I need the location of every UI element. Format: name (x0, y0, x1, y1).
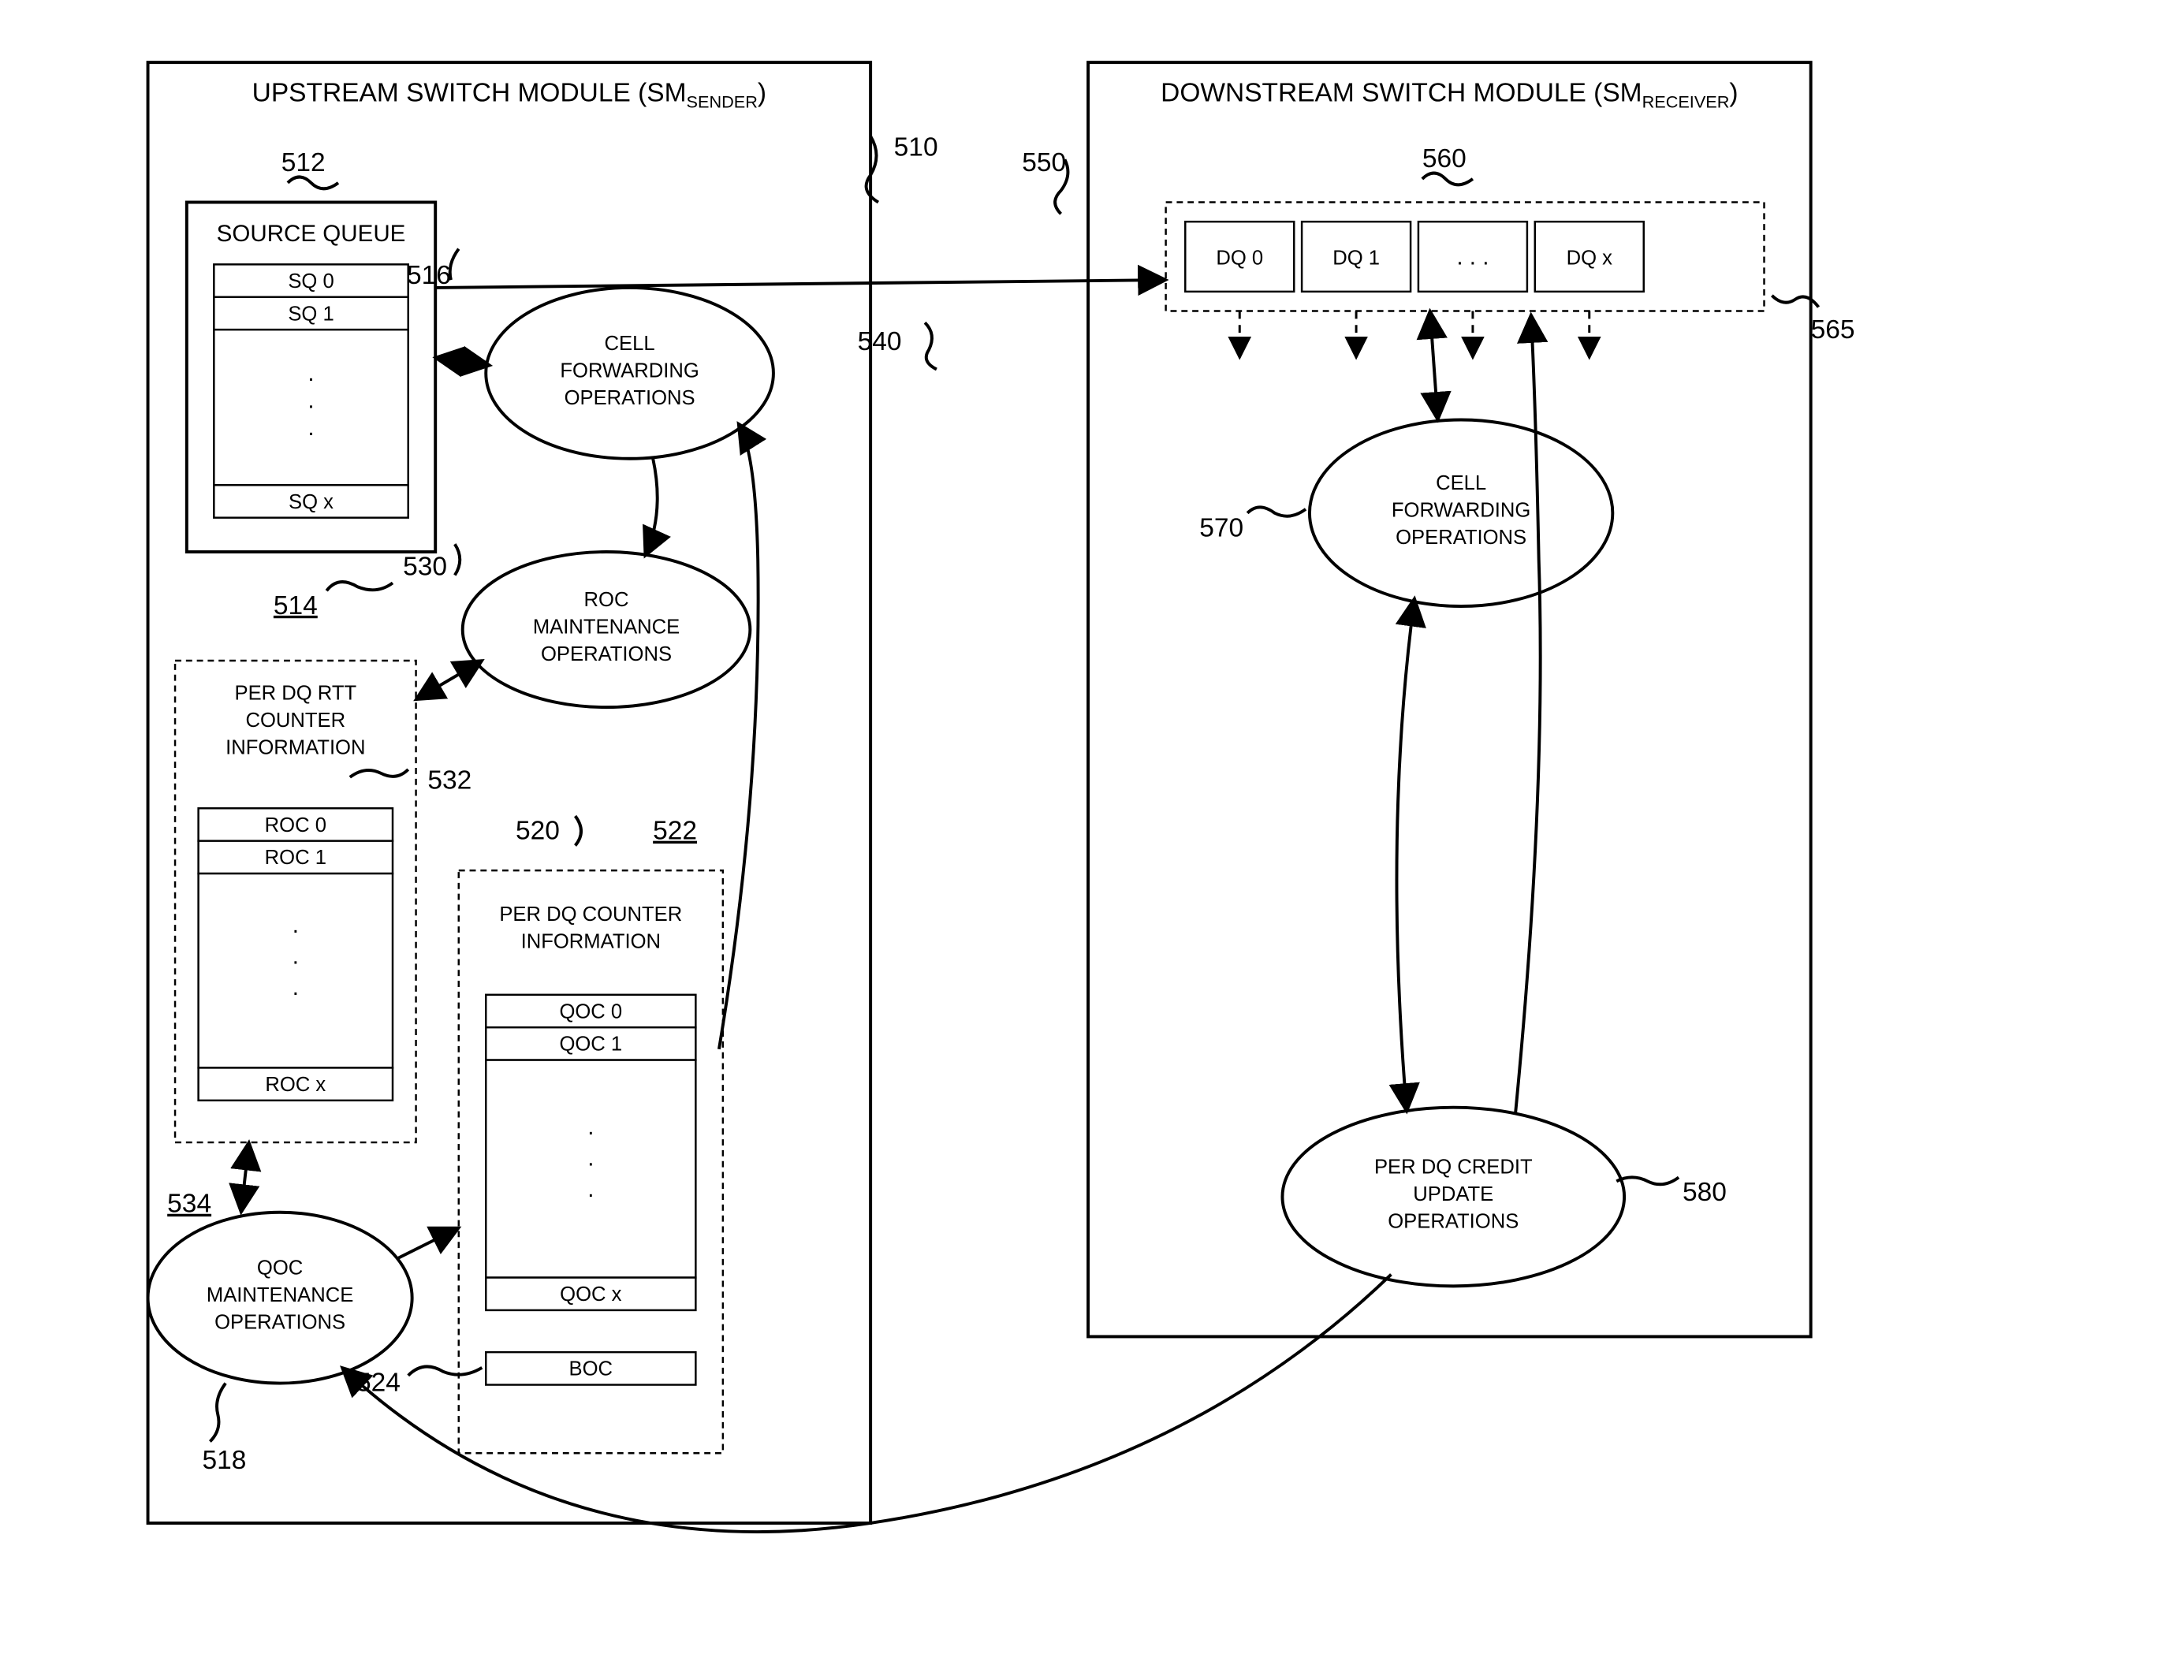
sq-row-x: SQ x (289, 491, 334, 513)
svg-text:OPERATIONS: OPERATIONS (565, 387, 695, 409)
svg-text:ROC: ROC (584, 589, 629, 611)
ref-524: 524 (356, 1368, 401, 1397)
svg-text:OPERATIONS: OPERATIONS (1388, 1210, 1519, 1232)
cell-forwarding-downstream: CELL FORWARDING OPERATIONS (1310, 419, 1612, 606)
svg-text:CELL: CELL (605, 333, 655, 355)
svg-text:OPERATIONS: OPERATIONS (541, 643, 672, 665)
svg-text:PER DQ RTT: PER DQ RTT (234, 682, 356, 704)
dq-dots: . . . (1456, 244, 1489, 270)
ref-530: 530 (403, 553, 447, 582)
svg-text:MAINTENANCE: MAINTENANCE (533, 616, 680, 639)
ref-514: 514 (274, 591, 318, 620)
ref-512: 512 (281, 148, 326, 177)
qoc-row-x: QOC x (560, 1283, 621, 1306)
sq-row-0: SQ 0 (288, 270, 334, 292)
svg-text:.: . (293, 912, 299, 938)
svg-text:FORWARDING: FORWARDING (1392, 500, 1530, 522)
ref-565: 565 (1811, 315, 1855, 345)
roc-row-0: ROC 0 (265, 814, 326, 836)
ref-522: 522 (653, 817, 697, 846)
boc-row: BOC (569, 1358, 613, 1380)
svg-text:PER DQ COUNTER: PER DQ COUNTER (499, 903, 682, 926)
ref-560: 560 (1422, 144, 1467, 173)
dq-1: DQ 1 (1332, 247, 1380, 269)
svg-text:.: . (293, 943, 299, 969)
ref-518: 518 (203, 1446, 247, 1475)
svg-text:PER DQ CREDIT: PER DQ CREDIT (1374, 1156, 1533, 1178)
roc-row-1: ROC 1 (265, 847, 326, 869)
svg-text:.: . (307, 415, 314, 441)
sq-dots: . (307, 360, 314, 386)
ref-534: 534 (167, 1190, 211, 1219)
ref-540: 540 (858, 327, 902, 356)
svg-text:FORWARDING: FORWARDING (560, 359, 699, 382)
diagram-canvas: UPSTREAM SWITCH MODULE (SMSENDER) 510 SO… (16, 16, 2168, 1664)
ref-520: 520 (516, 817, 560, 846)
svg-text:UPDATE: UPDATE (1413, 1183, 1493, 1205)
credit-update: PER DQ CREDIT UPDATE OPERATIONS (1282, 1108, 1624, 1287)
svg-text:MAINTENANCE: MAINTENANCE (207, 1284, 353, 1306)
ref-510: 510 (894, 132, 938, 162)
svg-text:.: . (587, 1145, 594, 1172)
source-queue-title: SOURCE QUEUE (217, 221, 406, 247)
svg-text:INFORMATION: INFORMATION (521, 931, 661, 953)
sq-row-1: SQ 1 (288, 303, 334, 325)
dq-x: DQ x (1567, 247, 1613, 269)
svg-text:.: . (587, 1114, 594, 1140)
qoc-row-0: QOC 0 (559, 1000, 622, 1023)
qoc-maintenance: QOC MAINTENANCE OPERATIONS (148, 1213, 412, 1384)
svg-text:OPERATIONS: OPERATIONS (214, 1312, 345, 1334)
svg-text:.: . (587, 1176, 594, 1202)
svg-text:OPERATIONS: OPERATIONS (1396, 527, 1526, 549)
ref-580: 580 (1683, 1178, 1727, 1207)
svg-text:.: . (307, 388, 314, 414)
ref-550: 550 (1022, 148, 1066, 177)
svg-text:CELL: CELL (1436, 472, 1486, 494)
svg-text:QOC: QOC (257, 1257, 303, 1280)
dq-0: DQ 0 (1216, 247, 1263, 269)
svg-text:INFORMATION: INFORMATION (225, 736, 365, 758)
svg-text:.: . (293, 974, 299, 1000)
qoc-row-1: QOC 1 (559, 1034, 622, 1056)
ref-532: 532 (427, 766, 471, 795)
ref-570: 570 (1199, 513, 1243, 542)
svg-text:COUNTER: COUNTER (245, 710, 345, 732)
roc-row-x: ROC x (265, 1074, 326, 1096)
ref-516: 516 (407, 261, 451, 290)
